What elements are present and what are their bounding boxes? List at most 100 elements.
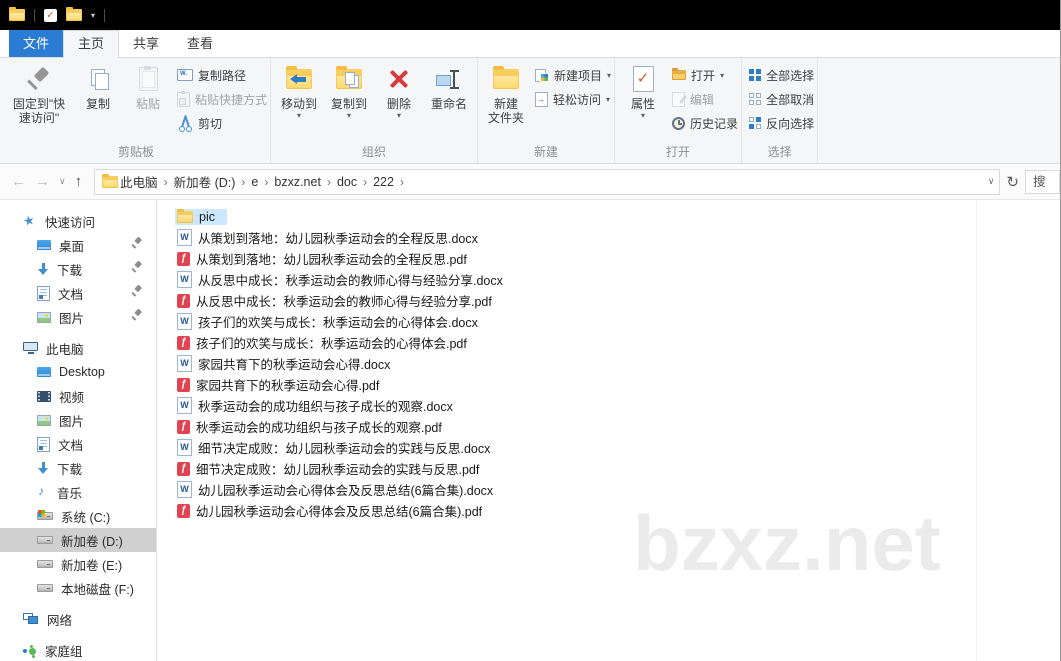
- sidebar-item-qa-downloads[interactable]: 下载: [0, 257, 156, 281]
- sidebar-item-this-pc[interactable]: 此电脑: [0, 336, 156, 360]
- qat-properties-icon[interactable]: [44, 9, 57, 22]
- forward-icon[interactable]: →: [35, 173, 50, 190]
- tab-file[interactable]: 文件: [9, 30, 63, 57]
- ribbon-button-new-folder[interactable]: 新建 文件夹: [481, 58, 531, 125]
- ribbon-button-invert-selection[interactable]: 反向选择: [749, 115, 814, 131]
- dropdown-caret-icon: ▾: [720, 71, 724, 80]
- sidebar-item-pc-music[interactable]: 音乐: [0, 480, 156, 504]
- file-row[interactable]: 孩子们的欢笑与成长：秋季运动会的心得体会.pdf: [175, 332, 1060, 353]
- ribbon-button-label: 反向选择: [766, 115, 814, 132]
- qat-divider: [34, 9, 35, 22]
- breadcrumb[interactable]: 此电脑›新加卷 (D:)›e›bzxz.net›doc›222›∨: [94, 169, 1000, 195]
- back-icon[interactable]: ←: [11, 173, 26, 190]
- ribbon-button-cut[interactable]: 剪切: [177, 115, 267, 131]
- file-row[interactable]: pic: [175, 206, 1060, 227]
- file-row[interactable]: 幼儿园秋季运动会心得体会及反思总结(6篇合集).docx: [175, 479, 1060, 500]
- ribbon-button-label: 全部取消: [766, 91, 814, 108]
- tab-view[interactable]: 查看: [173, 31, 227, 57]
- sidebar-item-qa-pictures[interactable]: 图片: [0, 305, 156, 329]
- ribbon-button-properties[interactable]: 属性▾: [618, 58, 668, 120]
- ribbon-button-label: 移动到: [281, 97, 317, 111]
- breadcrumb-separator-icon: ›: [363, 175, 367, 189]
- new-folder-icon: [493, 69, 519, 89]
- pc-downloads-icon: [37, 462, 49, 475]
- paste-shortcut-icon: [177, 92, 190, 107]
- file-name: 孩子们的欢笑与成长：秋季运动会的心得体会.pdf: [196, 333, 467, 352]
- file-row[interactable]: 家园共育下的秋季运动会心得.pdf: [175, 374, 1060, 395]
- ribbon-group-label: 组织: [274, 144, 474, 161]
- sidebar-item-pc-pictures[interactable]: 图片: [0, 408, 156, 432]
- file-row[interactable]: 从反思中成长：秋季运动会的教师心得与经验分享.docx: [175, 269, 1060, 290]
- tab-home[interactable]: 主页: [63, 30, 119, 58]
- file-row[interactable]: 家园共育下的秋季运动会心得.docx: [175, 353, 1060, 374]
- breadcrumb-item[interactable]: doc: [337, 175, 357, 189]
- ribbon-button-easy-access[interactable]: 轻松访问▾: [535, 91, 611, 107]
- breadcrumb-item[interactable]: 此电脑: [120, 172, 158, 191]
- sidebar-item-label: 网络: [47, 610, 72, 629]
- paste-icon: [139, 67, 158, 91]
- ribbon-button-select-all[interactable]: 全部选择: [749, 67, 814, 83]
- sidebar-item-drive-c[interactable]: 系统 (C:): [0, 504, 156, 528]
- sidebar-item-quick-access[interactable]: 快速访问: [0, 209, 156, 233]
- ribbon-button-delete[interactable]: 删除▾: [374, 58, 424, 120]
- file-row[interactable]: 秋季运动会的成功组织与孩子成长的观察.docx: [175, 395, 1060, 416]
- ribbon-group-open: 属性▾打开▾编辑历史记录打开: [615, 58, 742, 163]
- sidebar-item-label: 快速访问: [45, 212, 95, 231]
- file-row[interactable]: 细节决定成败：幼儿园秋季运动会的实践与反思.docx: [175, 437, 1060, 458]
- watermark: bzxz.net: [633, 498, 941, 589]
- file-row[interactable]: 秋季运动会的成功组织与孩子成长的观察.pdf: [175, 416, 1060, 437]
- ribbon-button-copy[interactable]: 复制: [73, 58, 123, 111]
- qat-customize-chevron-icon[interactable]: ▾: [91, 11, 95, 20]
- ribbon-button-history[interactable]: 历史记录: [672, 115, 738, 131]
- ribbon-button-paste[interactable]: 粘贴: [123, 58, 173, 111]
- ribbon-button-copy-path[interactable]: 复制路径: [177, 67, 267, 83]
- sidebar-item-label: 下载: [57, 459, 82, 478]
- ribbon-button-select-none[interactable]: 全部取消: [749, 91, 814, 107]
- ribbon-button-label: 复制: [86, 97, 110, 111]
- file-row[interactable]: 从反思中成长：秋季运动会的教师心得与经验分享.pdf: [175, 290, 1060, 311]
- ribbon-button-paste-shortcut[interactable]: 粘贴快捷方式: [177, 91, 267, 107]
- ribbon-button-copy-to[interactable]: 复制到▾: [324, 58, 374, 120]
- sidebar-item-pc-desktop[interactable]: Desktop: [0, 360, 156, 384]
- file-row[interactable]: 从策划到落地：幼儿园秋季运动会的全程反思.pdf: [175, 248, 1060, 269]
- qat-new-folder-icon[interactable]: [66, 9, 82, 21]
- copy-path-icon: [177, 69, 193, 81]
- breadcrumb-item[interactable]: 新加卷 (D:): [174, 172, 236, 191]
- breadcrumb-separator-icon: ›: [327, 175, 331, 189]
- quick-access-icon: [23, 215, 37, 228]
- sidebar-item-label: 文档: [58, 284, 83, 303]
- file-row[interactable]: 从策划到落地：幼儿园秋季运动会的全程反思.docx: [175, 227, 1060, 248]
- cut-icon: [177, 115, 193, 132]
- sidebar-item-drive-e[interactable]: 新加卷 (E:): [0, 552, 156, 576]
- sidebar-item-pc-videos[interactable]: 视频: [0, 384, 156, 408]
- sidebar-item-network[interactable]: 网络: [0, 607, 156, 631]
- sidebar-item-label: 本地磁盘 (F:): [61, 579, 134, 598]
- sidebar-item-qa-desktop[interactable]: 桌面: [0, 233, 156, 257]
- sidebar-item-drive-f[interactable]: 本地磁盘 (F:): [0, 576, 156, 600]
- refresh-icon[interactable]: ↻: [1006, 173, 1019, 191]
- ribbon-button-rename[interactable]: 重命名: [424, 58, 474, 111]
- address-dropdown-chevron-icon[interactable]: ∨: [988, 176, 995, 187]
- recent-locations-chevron-icon[interactable]: ∨: [59, 176, 66, 187]
- file-row[interactable]: 细节决定成败：幼儿园秋季运动会的实践与反思.pdf: [175, 458, 1060, 479]
- ribbon-button-new-item[interactable]: 新建项目▾: [535, 67, 611, 83]
- sidebar-item-homegroup[interactable]: 家庭组: [0, 638, 156, 661]
- sidebar-item-pc-downloads[interactable]: 下载: [0, 456, 156, 480]
- drive-c-icon: [37, 512, 53, 520]
- search-input[interactable]: 搜: [1025, 170, 1060, 194]
- sidebar-item-pc-documents[interactable]: 文档: [0, 432, 156, 456]
- ribbon-button-open[interactable]: 打开▾: [672, 67, 738, 83]
- breadcrumb-item[interactable]: e: [251, 175, 258, 189]
- tab-share[interactable]: 共享: [119, 31, 173, 57]
- breadcrumb-item[interactable]: bzxz.net: [274, 175, 321, 189]
- breadcrumb-separator-icon: ›: [400, 175, 404, 189]
- file-row[interactable]: 孩子们的欢笑与成长：秋季运动会的心得体会.docx: [175, 311, 1060, 332]
- sidebar-item-drive-d[interactable]: 新加卷 (D:): [0, 528, 156, 552]
- ribbon-button-edit[interactable]: 编辑: [672, 91, 738, 107]
- breadcrumb-item[interactable]: 222: [373, 175, 394, 189]
- ribbon-button-move-to[interactable]: 移动到▾: [274, 58, 324, 120]
- sidebar-item-qa-documents[interactable]: 文档: [0, 281, 156, 305]
- ribbon-button-pin-to-quick-access[interactable]: 固定到"快速访问": [5, 58, 73, 125]
- up-icon[interactable]: ↑: [75, 173, 83, 190]
- ribbon-button-label: 编辑: [690, 91, 714, 108]
